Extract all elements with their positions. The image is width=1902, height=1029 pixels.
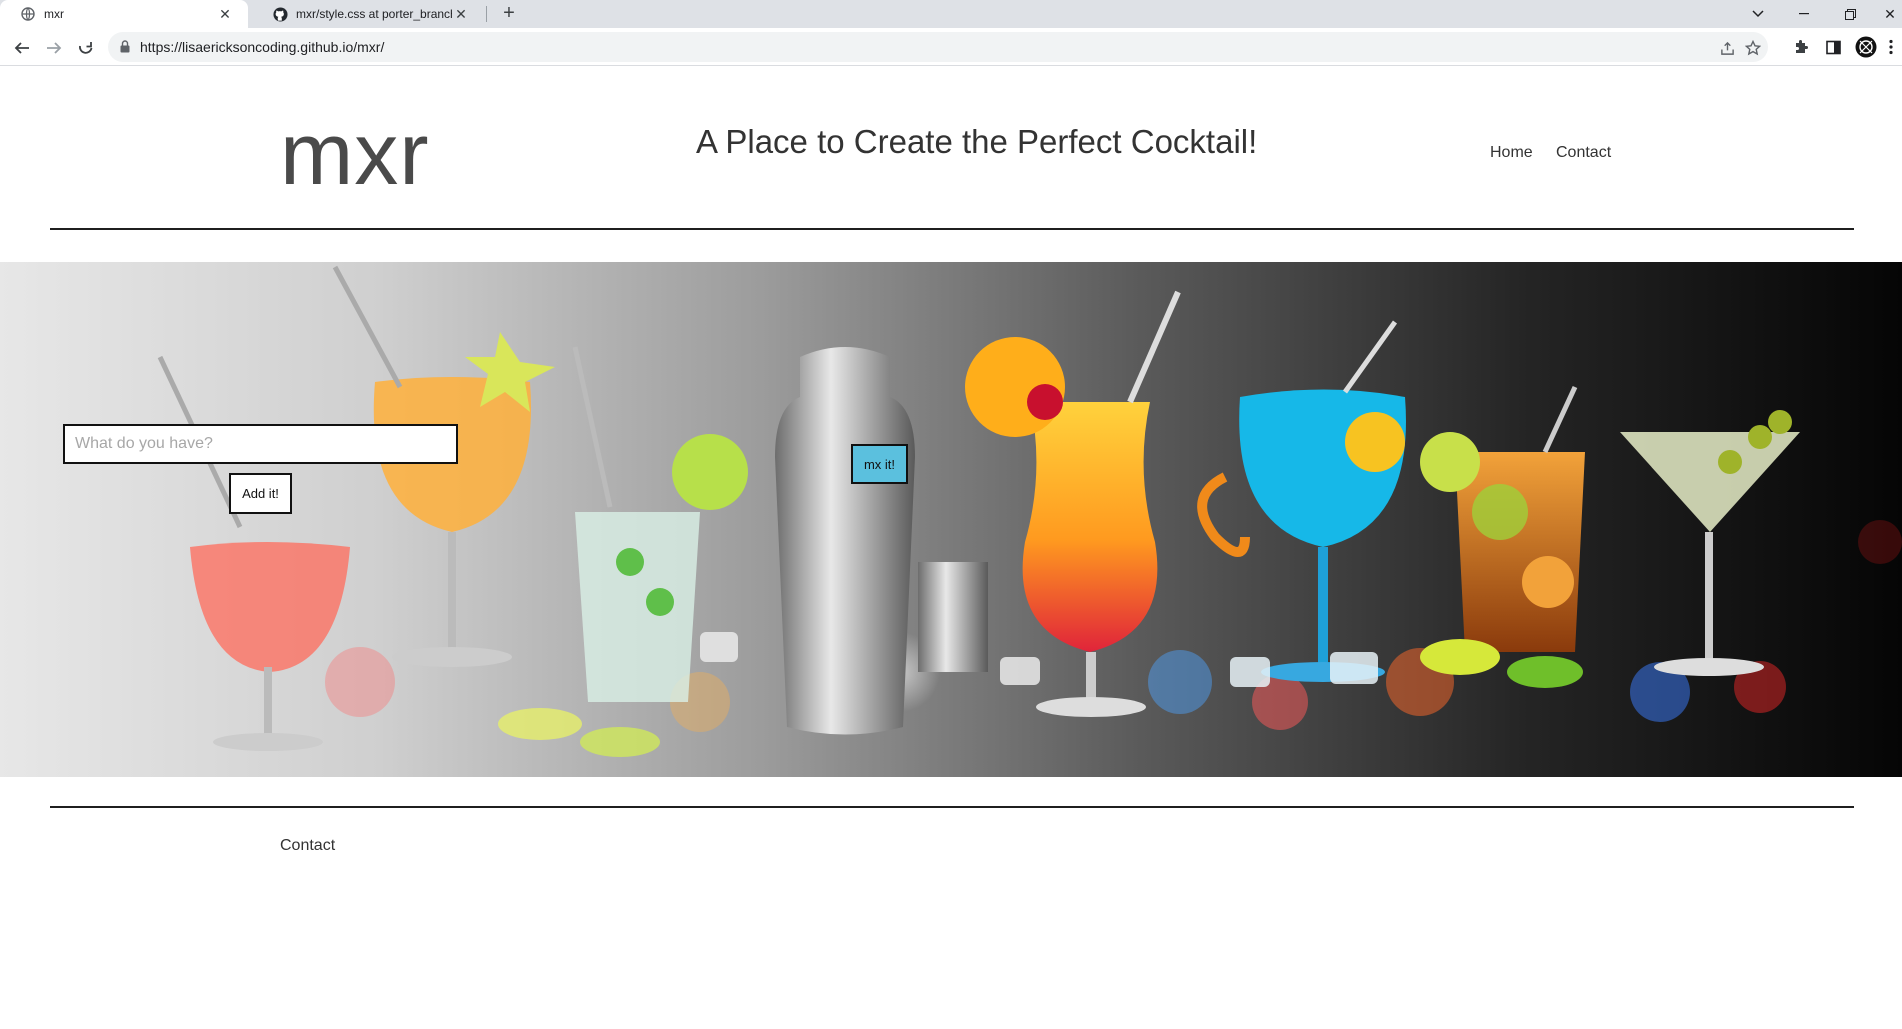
share-icon[interactable] — [1718, 39, 1736, 57]
restore-icon[interactable] — [1832, 0, 1868, 28]
close-tab-icon[interactable]: ✕ — [216, 6, 234, 23]
mix-button[interactable]: mx it! — [851, 444, 908, 484]
add-ingredient-button[interactable]: Add it! — [229, 473, 292, 514]
close-tab-icon[interactable]: ✕ — [452, 6, 470, 23]
cocktails-illustration — [157, 265, 1902, 757]
tab-divider — [486, 6, 487, 22]
site-tagline: A Place to Create the Perfect Cocktail! — [696, 123, 1258, 160]
site-logo[interactable]: mxr — [280, 103, 430, 205]
nav-contact-link[interactable]: Contact — [1556, 144, 1611, 162]
header-divider — [50, 228, 1854, 230]
url-text[interactable]: https://lisaericksoncoding.github.io/mxr… — [140, 39, 384, 55]
nav-home-link[interactable]: Home — [1490, 144, 1533, 162]
new-tab-icon[interactable]: + — [498, 2, 520, 24]
minimize-icon[interactable] — [1786, 0, 1822, 28]
lock-icon[interactable] — [120, 40, 130, 58]
reload-icon[interactable] — [74, 36, 98, 60]
extensions-puzzle-icon[interactable] — [1790, 36, 1812, 58]
omnibox[interactable]: https://lisaericksoncoding.github.io/mxr… — [108, 32, 1768, 62]
tab-search-chevron-icon[interactable] — [1740, 0, 1776, 28]
github-icon — [272, 6, 288, 22]
tab-title: mxr/style.css at porter_branch · li — [296, 7, 452, 21]
ingredient-search-input[interactable] — [63, 424, 458, 464]
close-window-icon[interactable]: ✕ — [1872, 0, 1902, 28]
tab-title: mxr — [44, 7, 64, 21]
profile-avatar-icon[interactable] — [1855, 36, 1877, 58]
page: mxr A Place to Create the Perfect Cockta… — [0, 67, 1902, 1029]
address-bar: https://lisaericksoncoding.github.io/mxr… — [0, 28, 1902, 66]
back-icon[interactable] — [10, 36, 34, 60]
tab-strip: mxr ✕ mxr/style.css at porter_branch · l… — [0, 0, 1902, 28]
tab-mxr[interactable]: mxr ✕ — [0, 0, 248, 28]
hero-cocktail-image — [0, 262, 1902, 777]
globe-icon — [20, 6, 36, 22]
kebab-menu-icon[interactable] — [1884, 36, 1898, 58]
forward-icon[interactable] — [42, 36, 66, 60]
tab-github-style[interactable]: mxr/style.css at porter_branch · li ✕ — [252, 0, 484, 28]
footer-divider — [50, 806, 1854, 808]
footer-contact-link[interactable]: Contact — [280, 837, 335, 855]
side-panel-icon[interactable] — [1822, 36, 1844, 58]
bookmark-star-icon[interactable] — [1744, 39, 1762, 57]
